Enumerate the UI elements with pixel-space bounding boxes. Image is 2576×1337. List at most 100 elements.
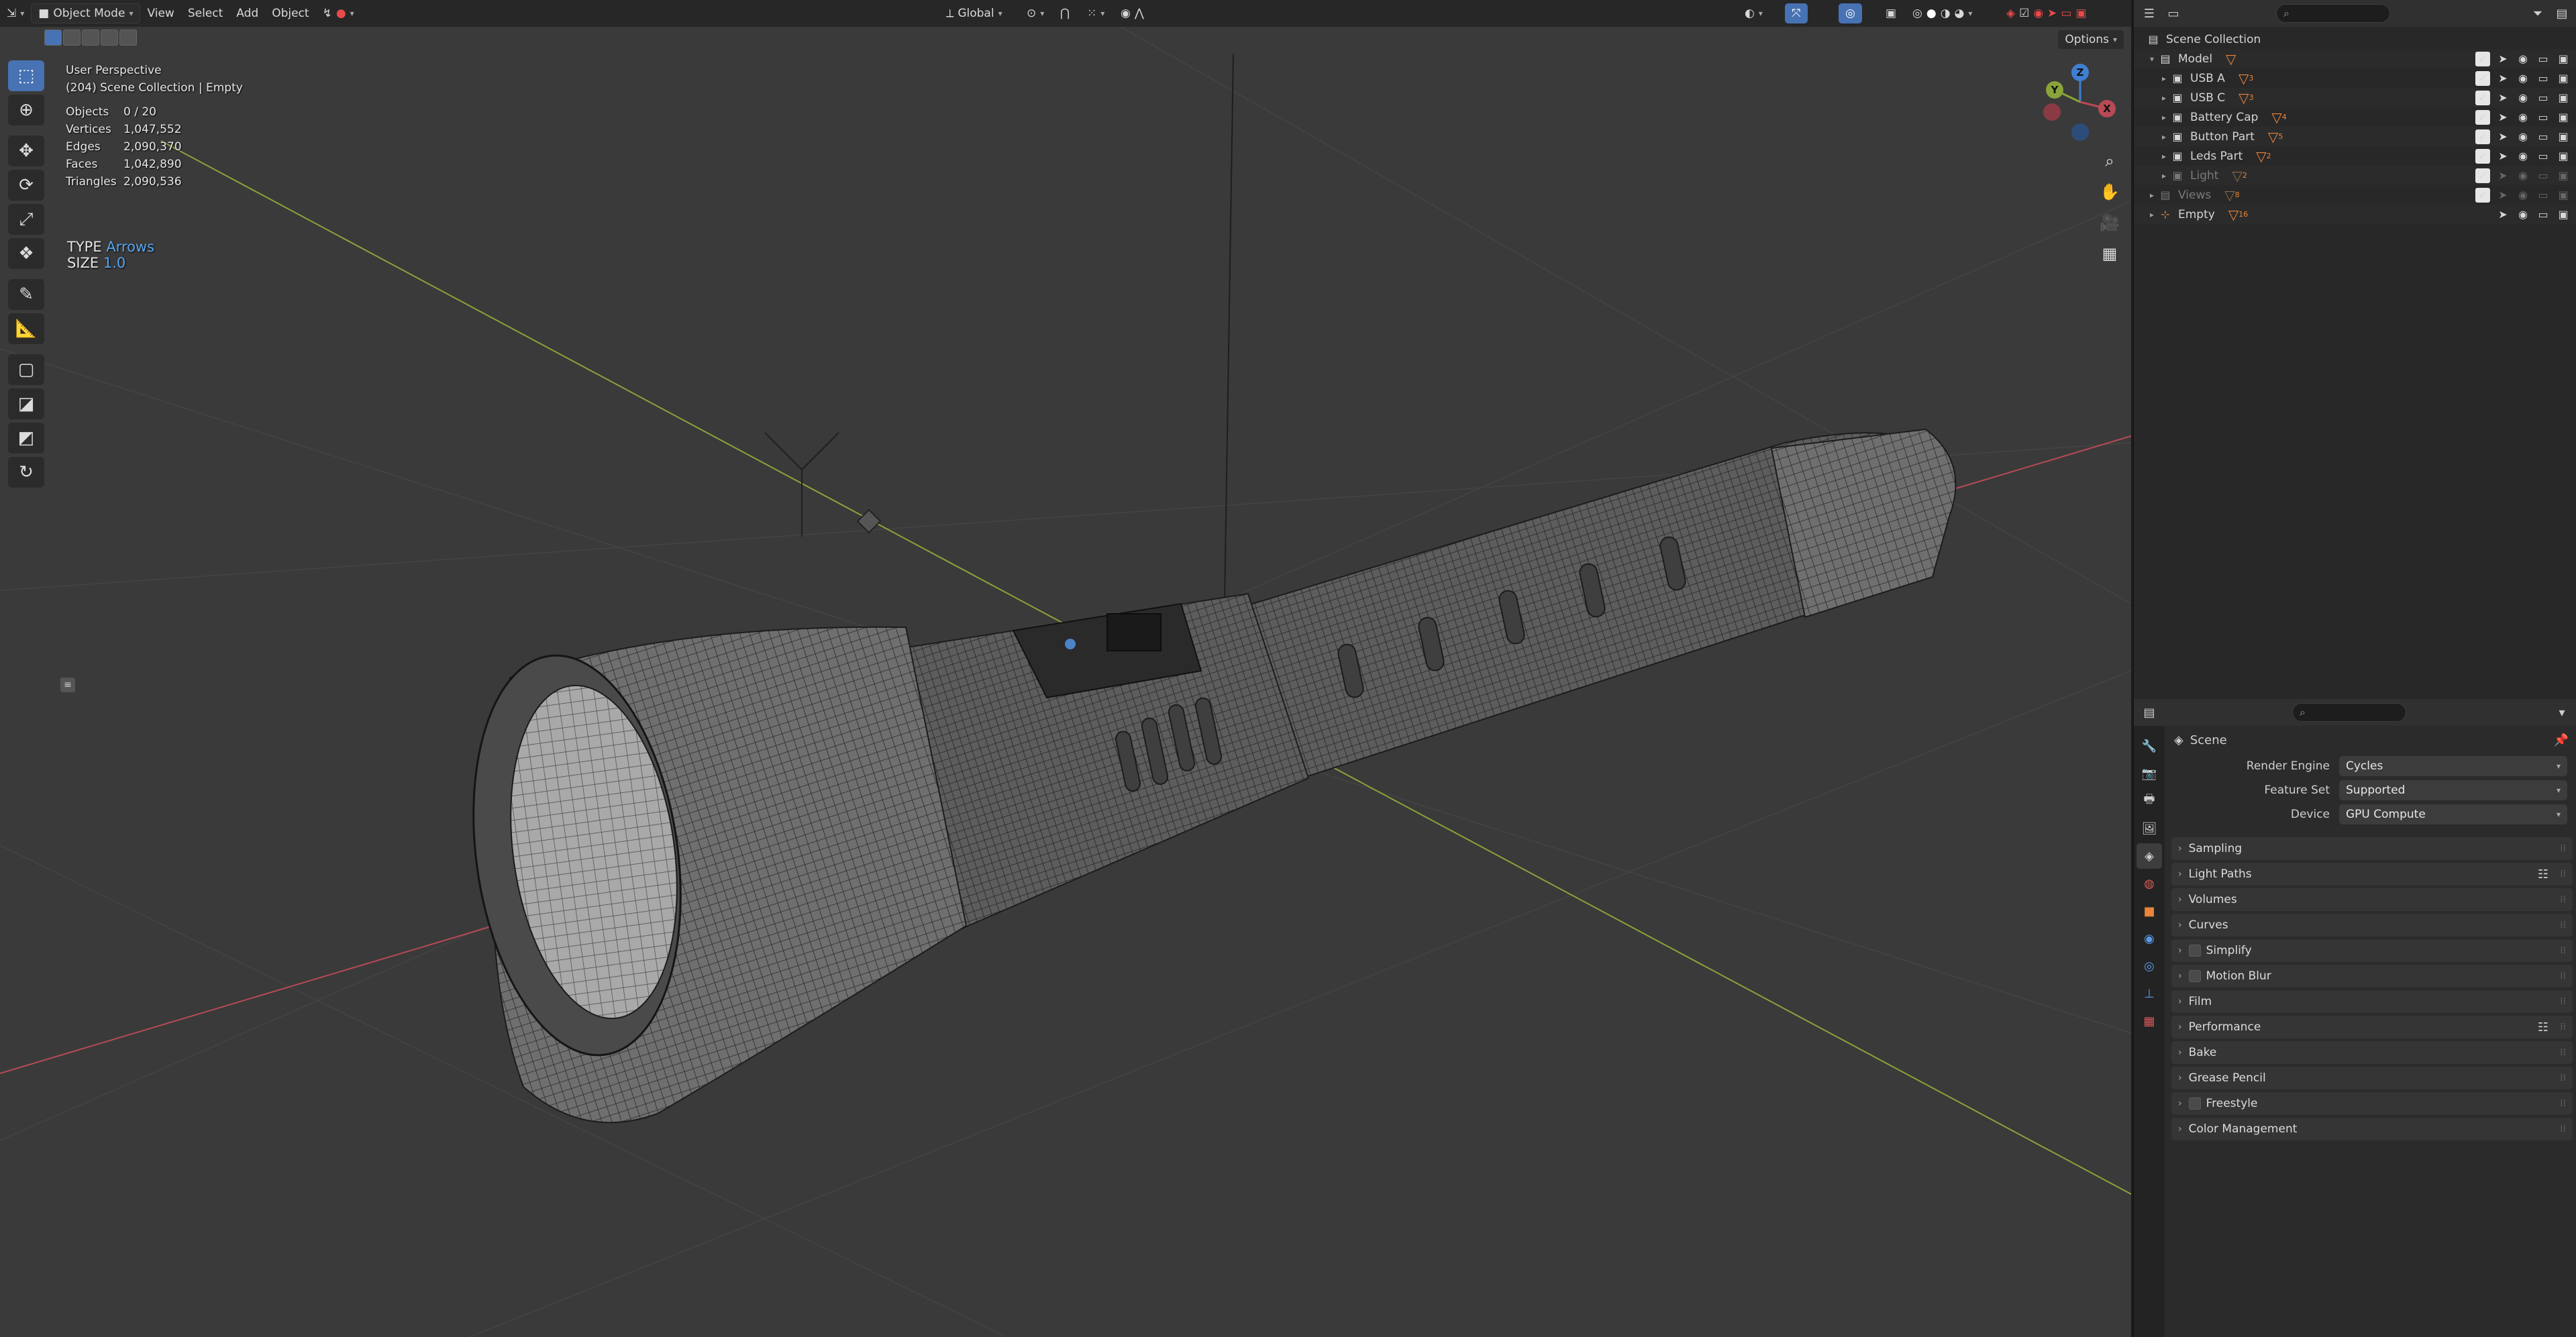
feature-set-dropdown[interactable]: Supported ▾ [2339,780,2567,800]
eye-icon[interactable]: ◉ [2516,188,2530,203]
cursor-icon[interactable]: ➤ [2047,7,2057,20]
camera-icon[interactable]: ▣ [2075,7,2086,20]
drag-handle-icon[interactable]: ⁞⁞ [2560,843,2566,854]
drag-handle-icon[interactable]: ⁞⁞ [2560,894,2566,905]
menu-select[interactable]: Select [181,3,229,23]
expand-arrow-icon[interactable]: ▸ [2158,93,2170,103]
transform-tool-icon[interactable]: ❖ [8,238,44,269]
selectable-icon[interactable]: ➤ [2495,168,2510,183]
flashlight-model[interactable] [450,428,1957,1124]
drag-handle-icon[interactable]: ⁞⁞ [2560,1047,2566,1058]
exclude-checkbox-icon[interactable]: ✓ [2475,70,2490,86]
snap-dropdown[interactable]: ⁙ ▾ [1080,3,1111,23]
add-cube-tool-icon[interactable]: ▢ [8,354,44,385]
panel-header[interactable]: › Volumes ⁞⁞ [2171,888,2573,911]
eye-icon[interactable]: ◉ [2516,52,2530,66]
viewport-display-icon[interactable]: ▭ [2536,91,2551,105]
selectable-icon[interactable]: ➤ [2495,129,2510,144]
properties-type-icon[interactable]: ▤ [2141,704,2158,721]
selectable-icon[interactable]: ➤ [2495,149,2510,164]
drag-handle-icon[interactable]: ⁞⁞ [2560,945,2566,956]
constraint-tab-icon[interactable]: ⊥ [2136,981,2162,1006]
select-subtract-icon[interactable] [82,30,99,46]
select-intersect-icon[interactable] [119,30,137,46]
panel-header[interactable]: › Motion Blur ⁞⁞ [2171,965,2573,987]
physics-tab-icon[interactable]: ◎ [2136,953,2162,979]
gizmo-neg-z-icon[interactable] [2071,123,2089,141]
drag-handle-icon[interactable]: ⁞⁞ [2560,1073,2566,1083]
viewport-display-icon[interactable]: ▭ [2536,188,2551,203]
rotate-tool-icon[interactable]: ⟳ [8,170,44,201]
render-camera-icon[interactable]: ▣ [2556,149,2571,164]
move-tool-icon[interactable]: ✥ [8,136,44,166]
presets-list-icon[interactable]: ☷ [2538,1020,2548,1034]
expand-arrow-icon[interactable]: ▸ [2158,171,2170,180]
render-engine-dropdown[interactable]: Cycles ▾ [2339,756,2567,776]
gizmo-toggle[interactable]: ⤧ [1785,3,1808,23]
menu-object[interactable]: Object [265,3,315,23]
outliner-type-icon[interactable]: ☰ [2141,5,2158,22]
wireframe-shading-icon[interactable]: ◎ [1912,7,1922,20]
exclude-checkbox-icon[interactable]: ✓ [2475,90,2490,105]
scale-tool-icon[interactable]: ⤢ [8,204,44,235]
exclude-checkbox-icon[interactable]: ✓ [2475,168,2490,183]
outliner-row[interactable]: ▸ ▣ Light ▽ 2 ✓ ➤ ◉ ▭ ▣ [2134,166,2576,185]
pin-icon[interactable]: 📌 [2554,733,2569,747]
selectable-icon[interactable]: ➤ [2495,110,2510,125]
expand-arrow-icon[interactable]: ▸ [2146,191,2158,200]
gizmo-neg-x-icon[interactable] [2043,103,2061,121]
panel-header[interactable]: › Curves ⁞⁞ [2171,914,2573,937]
eye-icon[interactable]: ◉ [2516,149,2530,164]
panel-header[interactable]: › Simplify ⁞⁞ [2171,939,2573,962]
viewport-display-icon[interactable]: ▭ [2536,129,2551,144]
menu-add[interactable]: Add [229,3,265,23]
device-dropdown[interactable]: GPU Compute ▾ [2339,804,2567,824]
shading-buttons[interactable]: ◎ ● ◑ ◕ ▾ [1906,3,1979,23]
object-tab-icon[interactable]: ■ [2136,898,2162,924]
texture-tab-icon[interactable]: ▦ [2136,1008,2162,1034]
expand-arrow-icon[interactable]: ▸ [2158,113,2170,122]
drag-handle-icon[interactable]: ⁞⁞ [2560,1022,2566,1032]
zoom-icon[interactable]: ⌕ [2095,148,2124,174]
orientation-dropdown[interactable]: ⟂ Global ▾ [939,3,1009,23]
spin-tool-icon[interactable]: ↻ [8,457,44,488]
render-camera-icon[interactable]: ▣ [2556,207,2571,222]
gizmo-y-icon[interactable]: Y [2046,81,2063,99]
outliner-row[interactable]: ▸ ▤ Views ▽ 8 ✓ ➤ ◉ ▭ ▣ [2134,185,2576,205]
render-camera-icon[interactable]: ▣ [2556,91,2571,105]
sidebar-toggle-icon[interactable]: ≡ [60,678,75,692]
outliner-search-input[interactable]: ⌕ [2276,4,2390,23]
viewport-display-icon[interactable]: ▭ [2536,110,2551,125]
outliner-row[interactable]: ▸ ▣ Battery Cap ▽ 4 ✓ ➤ ◉ ▭ ▣ [2134,107,2576,127]
ortho-grid-icon[interactable]: ▦ [2095,240,2124,267]
drag-handle-icon[interactable]: ⁞⁞ [2560,996,2566,1007]
measure-tool-icon[interactable]: 📐 [8,313,44,344]
proportional-toggle[interactable]: ◉ ⋀ [1114,3,1151,23]
cursor-tool-icon[interactable]: ⊕ [8,95,44,125]
editor-type-button[interactable]: ⇲ ▾ [0,3,31,23]
checkbox-icon[interactable]: ☑ [2019,7,2029,20]
display-mode-icon[interactable]: ▭ [2165,5,2182,22]
selectable-icon[interactable]: ➤ [2495,207,2510,222]
render-camera-icon[interactable]: ▣ [2556,129,2571,144]
expand-arrow-icon[interactable]: ▾ [2146,54,2158,64]
3d-viewport[interactable]: ⇲ ▾ ■ Object Mode ▾ View Select Add Objec… [0,0,2131,1337]
panel-header[interactable]: › Freestyle ⁞⁞ [2171,1092,2573,1115]
render-camera-icon[interactable]: ▣ [2556,110,2571,125]
eye-icon[interactable]: ◉ [2516,71,2530,86]
panel-header[interactable]: › Performance ☷ ⁞⁞ [2171,1016,2573,1038]
viewport-display-icon[interactable]: ▭ [2536,207,2551,222]
render-camera-icon[interactable]: ▣ [2556,71,2571,86]
menu-view[interactable]: View [140,3,181,23]
outliner-row-scene-collection[interactable]: ▤ Scene Collection [2134,30,2576,49]
eye-icon[interactable]: ◉ [2516,168,2530,183]
eye-icon[interactable]: ◉ [2516,110,2530,125]
solid-shading-icon[interactable]: ● [1926,7,1937,20]
gpencil-dropdown[interactable]: ↯ ● ▾ [316,3,361,23]
pivot-dropdown[interactable]: ⊙ ▾ [1020,3,1051,23]
drag-handle-icon[interactable]: ⁞⁞ [2560,1098,2566,1109]
render-camera-icon[interactable]: ▣ [2556,188,2571,203]
panel-header[interactable]: › Bake ⁞⁞ [2171,1041,2573,1064]
select-invert-icon[interactable] [101,30,118,46]
panel-header[interactable]: › Light Paths ☷ ⁞⁞ [2171,863,2573,886]
